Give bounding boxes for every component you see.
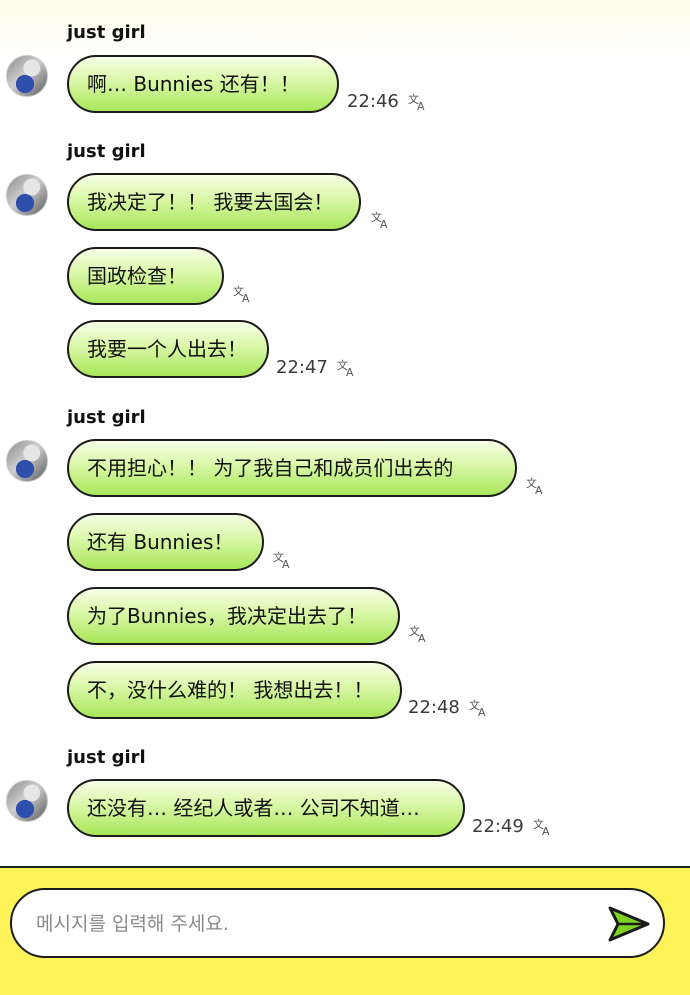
- svg-text:A: A: [380, 218, 388, 230]
- message-bubble[interactable]: 啊… Bunnies 还有！！: [67, 55, 339, 113]
- avatar[interactable]: [6, 440, 48, 482]
- message-composer: [0, 866, 690, 995]
- message-meta: 文A: [525, 475, 547, 497]
- translate-icon[interactable]: 文A: [272, 550, 294, 570]
- message-input[interactable]: [34, 904, 578, 944]
- sender-name: just girl: [67, 141, 146, 162]
- translate-icon[interactable]: 文A: [407, 92, 429, 112]
- message-bubble[interactable]: 国政检查！: [67, 247, 224, 305]
- message-meta: 文A: [272, 549, 294, 571]
- avatar[interactable]: [6, 55, 48, 97]
- svg-text:A: A: [417, 100, 425, 112]
- svg-text:A: A: [535, 484, 543, 496]
- message-meta: 22:47 文 A: [276, 357, 358, 379]
- sender-name: just girl: [67, 747, 146, 768]
- translate-icon[interactable]: 文A: [232, 284, 254, 304]
- translate-icon[interactable]: 文A: [525, 476, 547, 496]
- message-bubble[interactable]: 不，没什么难的！ 我想出去！！: [67, 661, 402, 719]
- message-bubble[interactable]: 我决定了！！ 我要去国会！: [67, 173, 361, 231]
- message-meta: 文A: [232, 283, 254, 305]
- message-meta: 文A: [408, 623, 430, 645]
- svg-text:A: A: [282, 558, 290, 570]
- message-meta: 22:46 文 A: [347, 91, 429, 113]
- message-bubble[interactable]: 为了Bunnies，我决定出去了！: [67, 587, 400, 645]
- svg-text:A: A: [418, 632, 426, 644]
- translate-icon[interactable]: 文A: [408, 624, 430, 644]
- message-time: 22:48: [408, 697, 460, 718]
- message-time: 22:47: [276, 357, 328, 378]
- translate-icon[interactable]: 文A: [468, 698, 490, 718]
- avatar[interactable]: [6, 174, 48, 216]
- sender-name: just girl: [67, 407, 146, 428]
- translate-icon[interactable]: 文A: [336, 358, 358, 378]
- message-meta: 文A: [370, 209, 392, 231]
- message-input-container[interactable]: [10, 888, 665, 958]
- svg-text:A: A: [478, 706, 486, 718]
- message-time: 22:49: [472, 816, 524, 837]
- message-meta: 22:49 文 A: [472, 816, 554, 838]
- translate-icon[interactable]: 文A: [532, 817, 554, 837]
- message-bubble[interactable]: 还没有… 经纪人或者… 公司不知道…: [67, 779, 465, 837]
- message-meta: 22:48 文 A: [408, 697, 490, 719]
- send-arrow-icon[interactable]: [606, 904, 652, 944]
- chat-area: just girl 啊… Bunnies 还有！！ 22:46 文 A just g…: [0, 0, 690, 866]
- message-time: 22:46: [347, 91, 399, 112]
- message-bubble[interactable]: 还有 Bunnies！: [67, 513, 264, 571]
- sender-name: just girl: [67, 22, 146, 43]
- svg-text:A: A: [346, 366, 354, 378]
- avatar[interactable]: [6, 780, 48, 822]
- translate-icon[interactable]: 文A: [370, 210, 392, 230]
- svg-text:A: A: [542, 825, 550, 837]
- message-bubble[interactable]: 不用担心！！ 为了我自己和成员们出去的: [67, 439, 517, 497]
- svg-text:A: A: [242, 292, 250, 304]
- message-bubble[interactable]: 我要一个人出去！: [67, 320, 269, 378]
